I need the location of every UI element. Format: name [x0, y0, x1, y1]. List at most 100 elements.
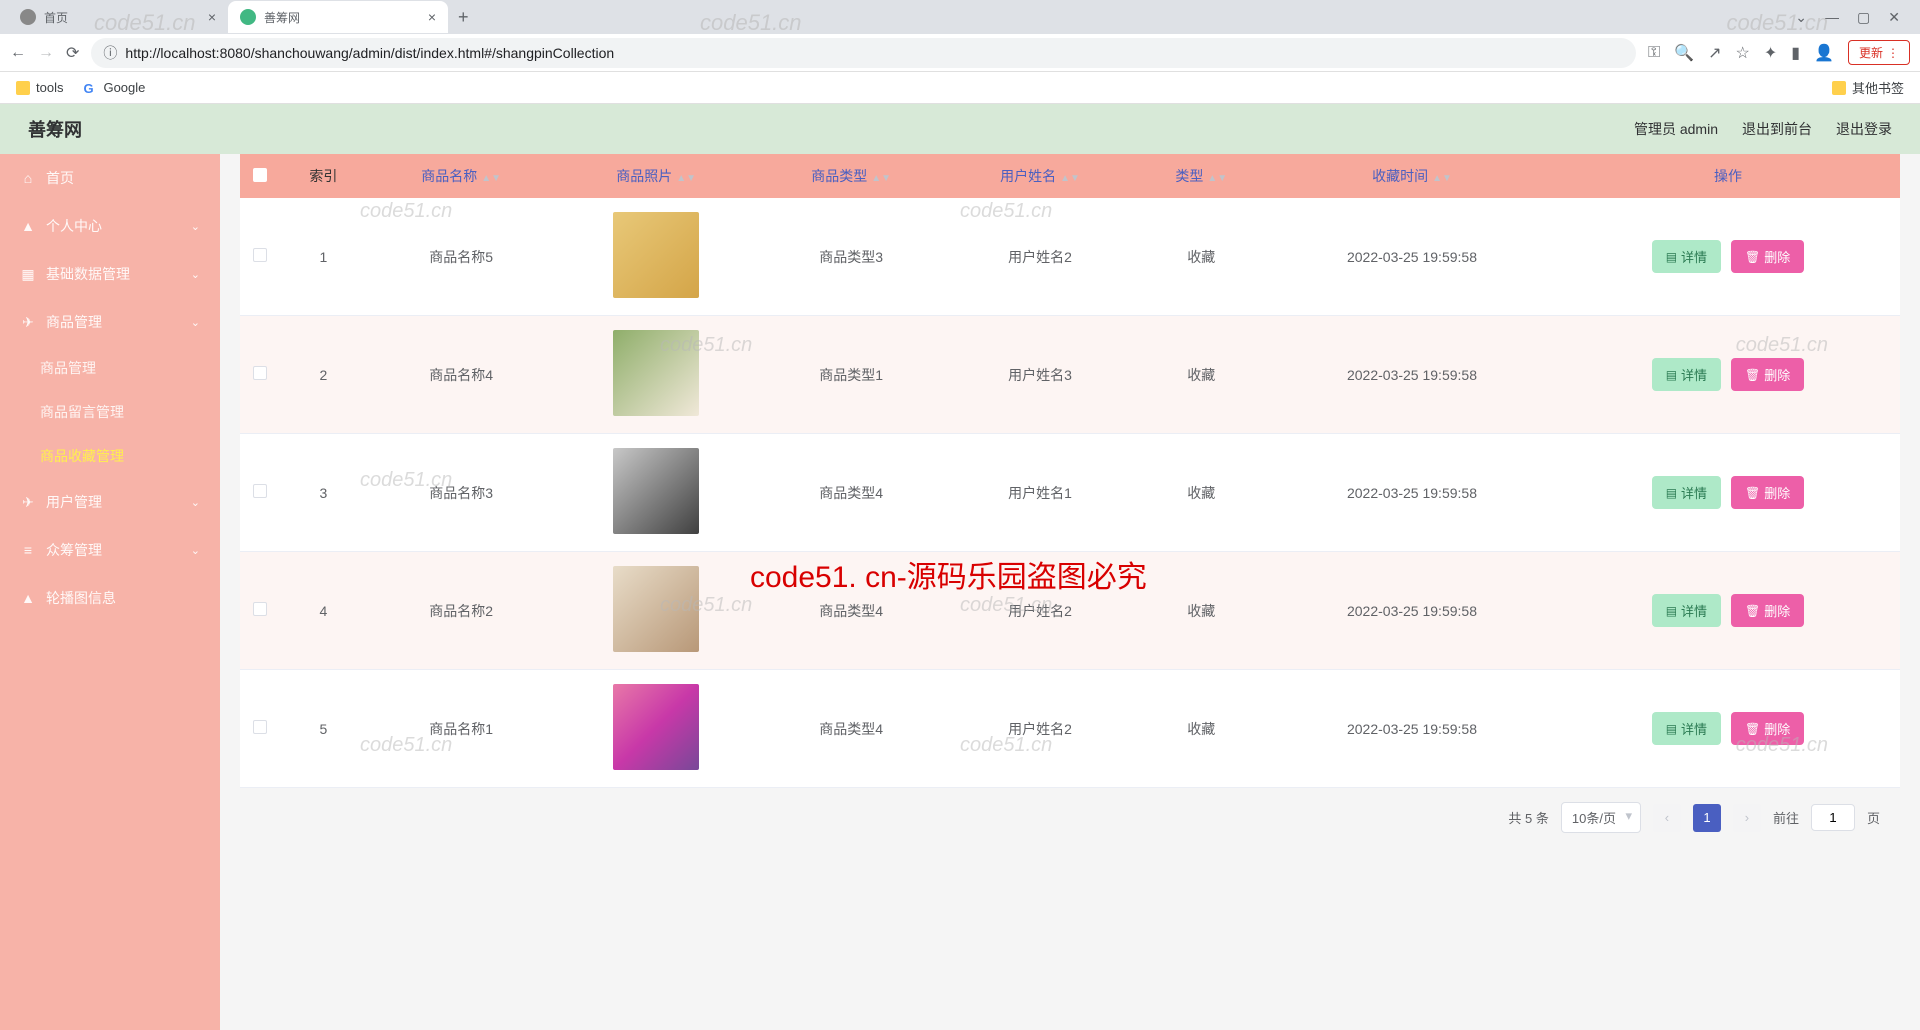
sort-icon[interactable]: ▲▼: [481, 176, 501, 182]
sidebar-item-personal[interactable]: ▲ 个人中心 ⌄: [0, 202, 220, 250]
product-thumbnail[interactable]: [613, 330, 699, 416]
bookmark-google[interactable]: G Google: [83, 80, 145, 95]
row-checkbox[interactable]: [253, 484, 267, 498]
delete-button[interactable]: 🗑删除: [1731, 240, 1804, 273]
sort-icon[interactable]: ▲▼: [1432, 176, 1452, 182]
profile-icon[interactable]: 👤: [1814, 43, 1834, 63]
page-size-select[interactable]: 10条/页: [1561, 802, 1641, 833]
chevron-down-icon: ⌄: [191, 496, 200, 509]
select-all-checkbox[interactable]: [253, 168, 267, 182]
close-icon[interactable]: ×: [208, 9, 216, 25]
goto-suffix: 页: [1867, 808, 1880, 827]
prev-page-button[interactable]: ‹: [1653, 804, 1681, 832]
reload-icon[interactable]: ⟳: [66, 43, 79, 63]
table-row: 3 商品名称3 商品类型4 用户姓名1 收藏 2022-03-25 19:59:…: [240, 434, 1900, 552]
cell-time: 2022-03-25 19:59:58: [1268, 434, 1556, 552]
product-thumbnail[interactable]: [613, 212, 699, 298]
trash-icon: 🗑: [1745, 250, 1760, 264]
delete-button[interactable]: 🗑删除: [1731, 712, 1804, 745]
cell-product-photo: [556, 552, 757, 670]
cell-product-type: 商品类型3: [757, 198, 946, 316]
cell-action: ▤详情 🗑删除: [1556, 670, 1900, 788]
user-icon: ▲: [20, 590, 36, 606]
cell-product-photo: [556, 434, 757, 552]
sort-icon[interactable]: ▲▼: [1060, 176, 1080, 182]
browser-tab-app[interactable]: 善筹网 ×: [228, 1, 448, 33]
sidebar-sub-product-mgmt[interactable]: 商品管理: [40, 346, 220, 390]
sidebar-item-basedata[interactable]: ▦ 基础数据管理 ⌄: [0, 250, 220, 298]
sidebar-sub-product-collect[interactable]: 商品收藏管理: [40, 434, 220, 478]
back-icon[interactable]: ←: [10, 44, 26, 62]
star-icon[interactable]: ☆: [1736, 43, 1750, 63]
col-user-name[interactable]: 用户姓名▲▼: [946, 154, 1135, 198]
exit-front-link[interactable]: 退出到前台: [1742, 119, 1812, 139]
sidebar-item-home[interactable]: ⌂ 首页: [0, 154, 220, 202]
row-checkbox[interactable]: [253, 248, 267, 262]
next-page-button[interactable]: ›: [1733, 804, 1761, 832]
minimize-icon[interactable]: —: [1825, 9, 1839, 26]
app-header: 善筹网 管理员 admin 退出到前台 退出登录: [0, 104, 1920, 154]
sidebar-sub-product-msg[interactable]: 商品留言管理: [40, 390, 220, 434]
col-product-photo[interactable]: 商品照片▲▼: [556, 154, 757, 198]
trash-icon: 🗑: [1745, 368, 1760, 382]
zoom-icon[interactable]: 🔍: [1674, 43, 1694, 63]
extension-icon[interactable]: ✦: [1764, 43, 1777, 63]
page-number-1[interactable]: 1: [1693, 804, 1721, 832]
logout-link[interactable]: 退出登录: [1836, 119, 1892, 139]
product-thumbnail[interactable]: [613, 448, 699, 534]
url-input[interactable]: ⓘ http://localhost:8080/shanchouwang/adm…: [91, 38, 1636, 68]
detail-button[interactable]: ▤详情: [1652, 712, 1721, 745]
browser-tab-home[interactable]: 首页 ×: [8, 1, 228, 33]
product-thumbnail[interactable]: [613, 566, 699, 652]
cell-index: 1: [280, 198, 367, 316]
delete-button[interactable]: 🗑删除: [1731, 358, 1804, 391]
detail-button[interactable]: ▤详情: [1652, 240, 1721, 273]
info-icon: ⓘ: [103, 43, 117, 63]
sidebar-item-user[interactable]: ✈ 用户管理 ⌄: [0, 478, 220, 526]
new-tab-button[interactable]: +: [448, 7, 479, 28]
sidebar-item-product[interactable]: ✈ 商品管理 ⌄: [0, 298, 220, 346]
table-row: 2 商品名称4 商品类型1 用户姓名3 收藏 2022-03-25 19:59:…: [240, 316, 1900, 434]
col-product-type[interactable]: 商品类型▲▼: [757, 154, 946, 198]
detail-button[interactable]: ▤详情: [1652, 476, 1721, 509]
bookmark-tools[interactable]: tools: [16, 80, 63, 95]
delete-button[interactable]: 🗑删除: [1731, 476, 1804, 509]
goto-page-input[interactable]: [1811, 804, 1855, 831]
cell-time: 2022-03-25 19:59:58: [1268, 316, 1556, 434]
chevron-down-icon[interactable]: ⌄: [1795, 9, 1807, 26]
tab-bar: 首页 × 善筹网 × + ⌄ — ▢ ✕: [0, 0, 1920, 34]
col-collect-time[interactable]: 收藏时间▲▼: [1268, 154, 1556, 198]
sidebar: ⌂ 首页 ▲ 个人中心 ⌄ ▦ 基础数据管理 ⌄ ✈ 商品管理 ⌄ 商品管理 商…: [0, 154, 220, 1030]
key-icon[interactable]: ⚿: [1648, 44, 1660, 62]
cell-action: ▤详情 🗑删除: [1556, 434, 1900, 552]
col-type[interactable]: 类型▲▼: [1134, 154, 1268, 198]
maximize-icon[interactable]: ▢: [1857, 9, 1870, 26]
detail-button[interactable]: ▤详情: [1652, 358, 1721, 391]
detail-button[interactable]: ▤详情: [1652, 594, 1721, 627]
sort-icon[interactable]: ▲▼: [1207, 176, 1227, 182]
cell-product-photo: [556, 316, 757, 434]
sort-icon[interactable]: ▲▼: [871, 176, 891, 182]
panel-icon[interactable]: ▮: [1791, 43, 1800, 63]
detail-icon: ▤: [1666, 722, 1677, 736]
row-checkbox[interactable]: [253, 720, 267, 734]
bookmark-other[interactable]: 其他书签: [1832, 78, 1904, 97]
folder-icon: [16, 81, 30, 95]
delete-button[interactable]: 🗑删除: [1731, 594, 1804, 627]
row-checkbox[interactable]: [253, 602, 267, 616]
forward-icon[interactable]: →: [38, 44, 54, 62]
sidebar-item-crowd[interactable]: ≡ 众筹管理 ⌄: [0, 526, 220, 574]
cell-type: 收藏: [1134, 434, 1268, 552]
cell-product-type: 商品类型1: [757, 316, 946, 434]
sort-icon[interactable]: ▲▼: [676, 176, 696, 182]
close-icon[interactable]: ×: [428, 9, 436, 25]
product-thumbnail[interactable]: [613, 684, 699, 770]
update-button[interactable]: 更新⋮: [1848, 40, 1910, 65]
share-icon[interactable]: ↗: [1708, 43, 1721, 63]
admin-label[interactable]: 管理员 admin: [1634, 119, 1718, 139]
col-product-name[interactable]: 商品名称▲▼: [367, 154, 556, 198]
close-window-icon[interactable]: ✕: [1888, 9, 1900, 26]
sidebar-item-carousel[interactable]: ▲ 轮播图信息: [0, 574, 220, 622]
row-checkbox[interactable]: [253, 366, 267, 380]
cell-index: 2: [280, 316, 367, 434]
